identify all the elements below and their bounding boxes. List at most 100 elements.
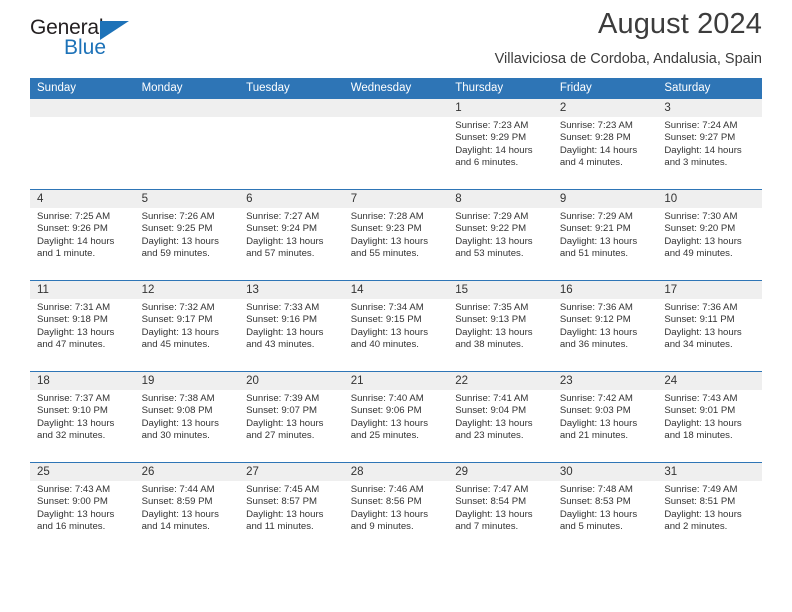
day-details: Sunrise: 7:31 AM Sunset: 9:18 PM Daylight:…	[30, 299, 135, 371]
day-detail-line: Sunset: 9:22 PM	[455, 223, 527, 235]
title-block: August 2024 Villaviciosa de Cordoba, And…	[150, 0, 762, 70]
day-detail-line: Sunset: 9:20 PM	[664, 223, 736, 235]
day-details: Sunrise: 7:23 AM Sunset: 9:29 PM Daylight:…	[448, 117, 553, 189]
day-detail-line: and 51 minutes.	[559, 247, 629, 259]
day-cell[interactable]: 18 Sunrise: 7:37 AM Sunset: 9:10 PM Dayligh…	[30, 371, 135, 463]
day-cell[interactable]: 20 Sunrise: 7:39 AM Sunset: 9:07 PM Dayligh…	[239, 371, 344, 463]
day-detail-line: Daylight: 13 hours	[350, 326, 429, 338]
day-number: 26	[134, 463, 240, 481]
day-number: 22	[448, 372, 553, 390]
day-detail-line: Sunrise: 7:27 AM	[246, 211, 320, 222]
day-detail-line: Sunset: 8:53 PM	[559, 496, 631, 508]
day-cell[interactable]: 4 Sunrise: 7:25 AM Sunset: 9:26 PM Daylight…	[30, 189, 135, 281]
day-detail-line: and 7 minutes.	[455, 520, 519, 532]
day-number: 24	[657, 372, 762, 390]
day-detail-line: and 1 minute.	[37, 247, 96, 259]
day-details: Sunrise: 7:29 AM Sunset: 9:22 PM Daylight:…	[448, 208, 553, 280]
day-cell[interactable]: 8 Sunrise: 7:29 AM Sunset: 9:22 PM Daylight…	[448, 189, 553, 281]
day-detail-line: Sunrise: 7:49 AM	[664, 484, 738, 495]
day-cell[interactable]: 9 Sunrise: 7:29 AM Sunset: 9:21 PM Daylight…	[552, 189, 658, 281]
calendar-week-row: 1 Sunrise: 7:23 AM Sunset: 9:29 PM Daylight…	[30, 99, 762, 190]
day-cell[interactable]: 3 Sunrise: 7:24 AM Sunset: 9:27 PM Daylight…	[657, 99, 762, 190]
day-number: 20	[239, 372, 344, 390]
day-detail-line: Daylight: 13 hours	[246, 508, 324, 520]
day-cell[interactable]: 28 Sunrise: 7:46 AM Sunset: 8:56 PM Dayligh…	[343, 462, 449, 553]
day-detail-line: Sunset: 9:08 PM	[141, 405, 213, 417]
day-cell[interactable]: 19 Sunrise: 7:38 AM Sunset: 9:08 PM Dayligh…	[134, 371, 240, 463]
day-cell[interactable]: 26 Sunrise: 7:44 AM Sunset: 8:59 PM Dayligh…	[134, 462, 240, 553]
day-detail-line: Sunrise: 7:43 AM	[664, 393, 738, 404]
day-cell[interactable]: 11 Sunrise: 7:31 AM Sunset: 9:18 PM Dayligh…	[30, 280, 135, 372]
day-cell[interactable]: 1 Sunrise: 7:23 AM Sunset: 9:29 PM Daylight…	[448, 99, 553, 190]
day-cell[interactable]: 12 Sunrise: 7:32 AM Sunset: 9:17 PM Dayligh…	[134, 280, 240, 372]
day-details: Sunrise: 7:43 AM Sunset: 9:01 PM Daylight:…	[657, 390, 762, 462]
day-number: 14	[343, 281, 449, 299]
day-detail-line: and 2 minutes.	[664, 520, 728, 532]
day-cell[interactable]: 5 Sunrise: 7:26 AM Sunset: 9:25 PM Daylight…	[134, 189, 240, 281]
day-cell[interactable]: 13 Sunrise: 7:33 AM Sunset: 9:16 PM Dayligh…	[239, 280, 344, 372]
day-cell[interactable]: 7 Sunrise: 7:28 AM Sunset: 9:23 PM Daylight…	[343, 189, 449, 281]
day-detail-line: Sunrise: 7:30 AM	[664, 211, 738, 222]
calendar-page: General Blue August 2024 Villaviciosa de…	[0, 0, 792, 612]
day-cell[interactable]: 30 Sunrise: 7:48 AM Sunset: 8:53 PM Dayligh…	[552, 462, 658, 553]
day-detail-line: Daylight: 13 hours	[37, 326, 115, 338]
day-detail-line: and 40 minutes.	[350, 338, 419, 350]
weekday-header-thursday: Thursday	[448, 78, 553, 99]
weekday-header-tuesday: Tuesday	[239, 78, 344, 99]
day-detail-line: Sunrise: 7:36 AM	[664, 302, 738, 313]
day-cell[interactable]: 15 Sunrise: 7:35 AM Sunset: 9:13 PM Dayligh…	[448, 280, 553, 372]
day-detail-line: Daylight: 13 hours	[559, 508, 638, 520]
day-detail-line: Daylight: 13 hours	[455, 235, 533, 247]
day-details: Sunrise: 7:25 AM Sunset: 9:26 PM Daylight:…	[30, 208, 135, 280]
day-detail-line: Daylight: 13 hours	[455, 508, 533, 520]
day-detail-line: Sunset: 9:06 PM	[350, 405, 422, 417]
day-cell[interactable]: 29 Sunrise: 7:47 AM Sunset: 8:54 PM Dayligh…	[448, 462, 553, 553]
day-detail-line: Daylight: 13 hours	[37, 417, 115, 429]
day-cell[interactable]: 25 Sunrise: 7:43 AM Sunset: 9:00 PM Dayligh…	[30, 462, 135, 553]
day-cell-empty	[343, 99, 449, 190]
day-detail-line: Sunrise: 7:26 AM	[141, 211, 215, 222]
day-cell[interactable]: 24 Sunrise: 7:43 AM Sunset: 9:01 PM Dayligh…	[657, 371, 762, 463]
calendar-week-row: 4 Sunrise: 7:25 AM Sunset: 9:26 PM Daylight…	[30, 189, 762, 281]
day-cell[interactable]: 2 Sunrise: 7:23 AM Sunset: 9:28 PM Daylight…	[552, 99, 658, 190]
calendar-week-row: 11 Sunrise: 7:31 AM Sunset: 9:18 PM Dayligh…	[30, 280, 762, 372]
day-detail-line: Sunset: 9:27 PM	[664, 132, 736, 144]
day-details: Sunrise: 7:48 AM Sunset: 8:53 PM Daylight:…	[553, 481, 658, 553]
general-blue-logo[interactable]: General Blue	[30, 16, 150, 68]
day-details: Sunrise: 7:40 AM Sunset: 9:06 PM Daylight:…	[344, 390, 449, 462]
day-detail-line: Sunset: 8:59 PM	[141, 496, 213, 508]
day-number: 23	[552, 372, 658, 390]
day-cell[interactable]: 6 Sunrise: 7:27 AM Sunset: 9:24 PM Daylight…	[239, 189, 344, 281]
day-detail-line: Daylight: 14 hours	[37, 235, 115, 247]
day-cell[interactable]: 10 Sunrise: 7:30 AM Sunset: 9:20 PM Dayligh…	[657, 189, 762, 281]
day-detail-line: Sunrise: 7:29 AM	[455, 211, 529, 222]
day-detail-line: Sunrise: 7:38 AM	[141, 393, 215, 404]
day-details: Sunrise: 7:41 AM Sunset: 9:04 PM Daylight:…	[448, 390, 553, 462]
day-detail-line: and 43 minutes.	[246, 338, 315, 350]
day-detail-line: and 16 minutes.	[37, 520, 106, 532]
day-cell[interactable]: 31 Sunrise: 7:49 AM Sunset: 8:51 PM Dayligh…	[657, 462, 762, 553]
day-cell[interactable]: 21 Sunrise: 7:40 AM Sunset: 9:06 PM Dayligh…	[343, 371, 449, 463]
day-detail-line: Daylight: 13 hours	[455, 326, 533, 338]
day-detail-line: Sunrise: 7:40 AM	[350, 393, 424, 404]
day-detail-line: Daylight: 13 hours	[559, 326, 638, 338]
day-number: 1	[448, 99, 553, 117]
day-detail-line: Daylight: 14 hours	[664, 144, 742, 156]
day-cell[interactable]: 22 Sunrise: 7:41 AM Sunset: 9:04 PM Dayligh…	[448, 371, 553, 463]
day-number: 6	[239, 190, 344, 208]
day-number: 19	[134, 372, 240, 390]
day-cell[interactable]: 16 Sunrise: 7:36 AM Sunset: 9:12 PM Dayligh…	[552, 280, 658, 372]
day-detail-line: Sunset: 9:21 PM	[559, 223, 631, 235]
day-cell[interactable]: 17 Sunrise: 7:36 AM Sunset: 9:11 PM Dayligh…	[657, 280, 762, 372]
day-details: Sunrise: 7:46 AM Sunset: 8:56 PM Daylight:…	[344, 481, 449, 553]
day-cell[interactable]: 23 Sunrise: 7:42 AM Sunset: 9:03 PM Dayligh…	[552, 371, 658, 463]
day-details: Sunrise: 7:38 AM Sunset: 9:08 PM Daylight:…	[135, 390, 240, 462]
day-number: 29	[448, 463, 553, 481]
day-number: 2	[552, 99, 658, 117]
day-detail-line: Daylight: 13 hours	[141, 235, 219, 247]
day-detail-line: Daylight: 13 hours	[664, 326, 742, 338]
day-detail-line: Sunrise: 7:31 AM	[37, 302, 111, 313]
day-cell[interactable]: 27 Sunrise: 7:45 AM Sunset: 8:57 PM Dayligh…	[239, 462, 344, 553]
day-cell[interactable]: 14 Sunrise: 7:34 AM Sunset: 9:15 PM Dayligh…	[343, 280, 449, 372]
day-detail-line: and 47 minutes.	[37, 338, 106, 350]
